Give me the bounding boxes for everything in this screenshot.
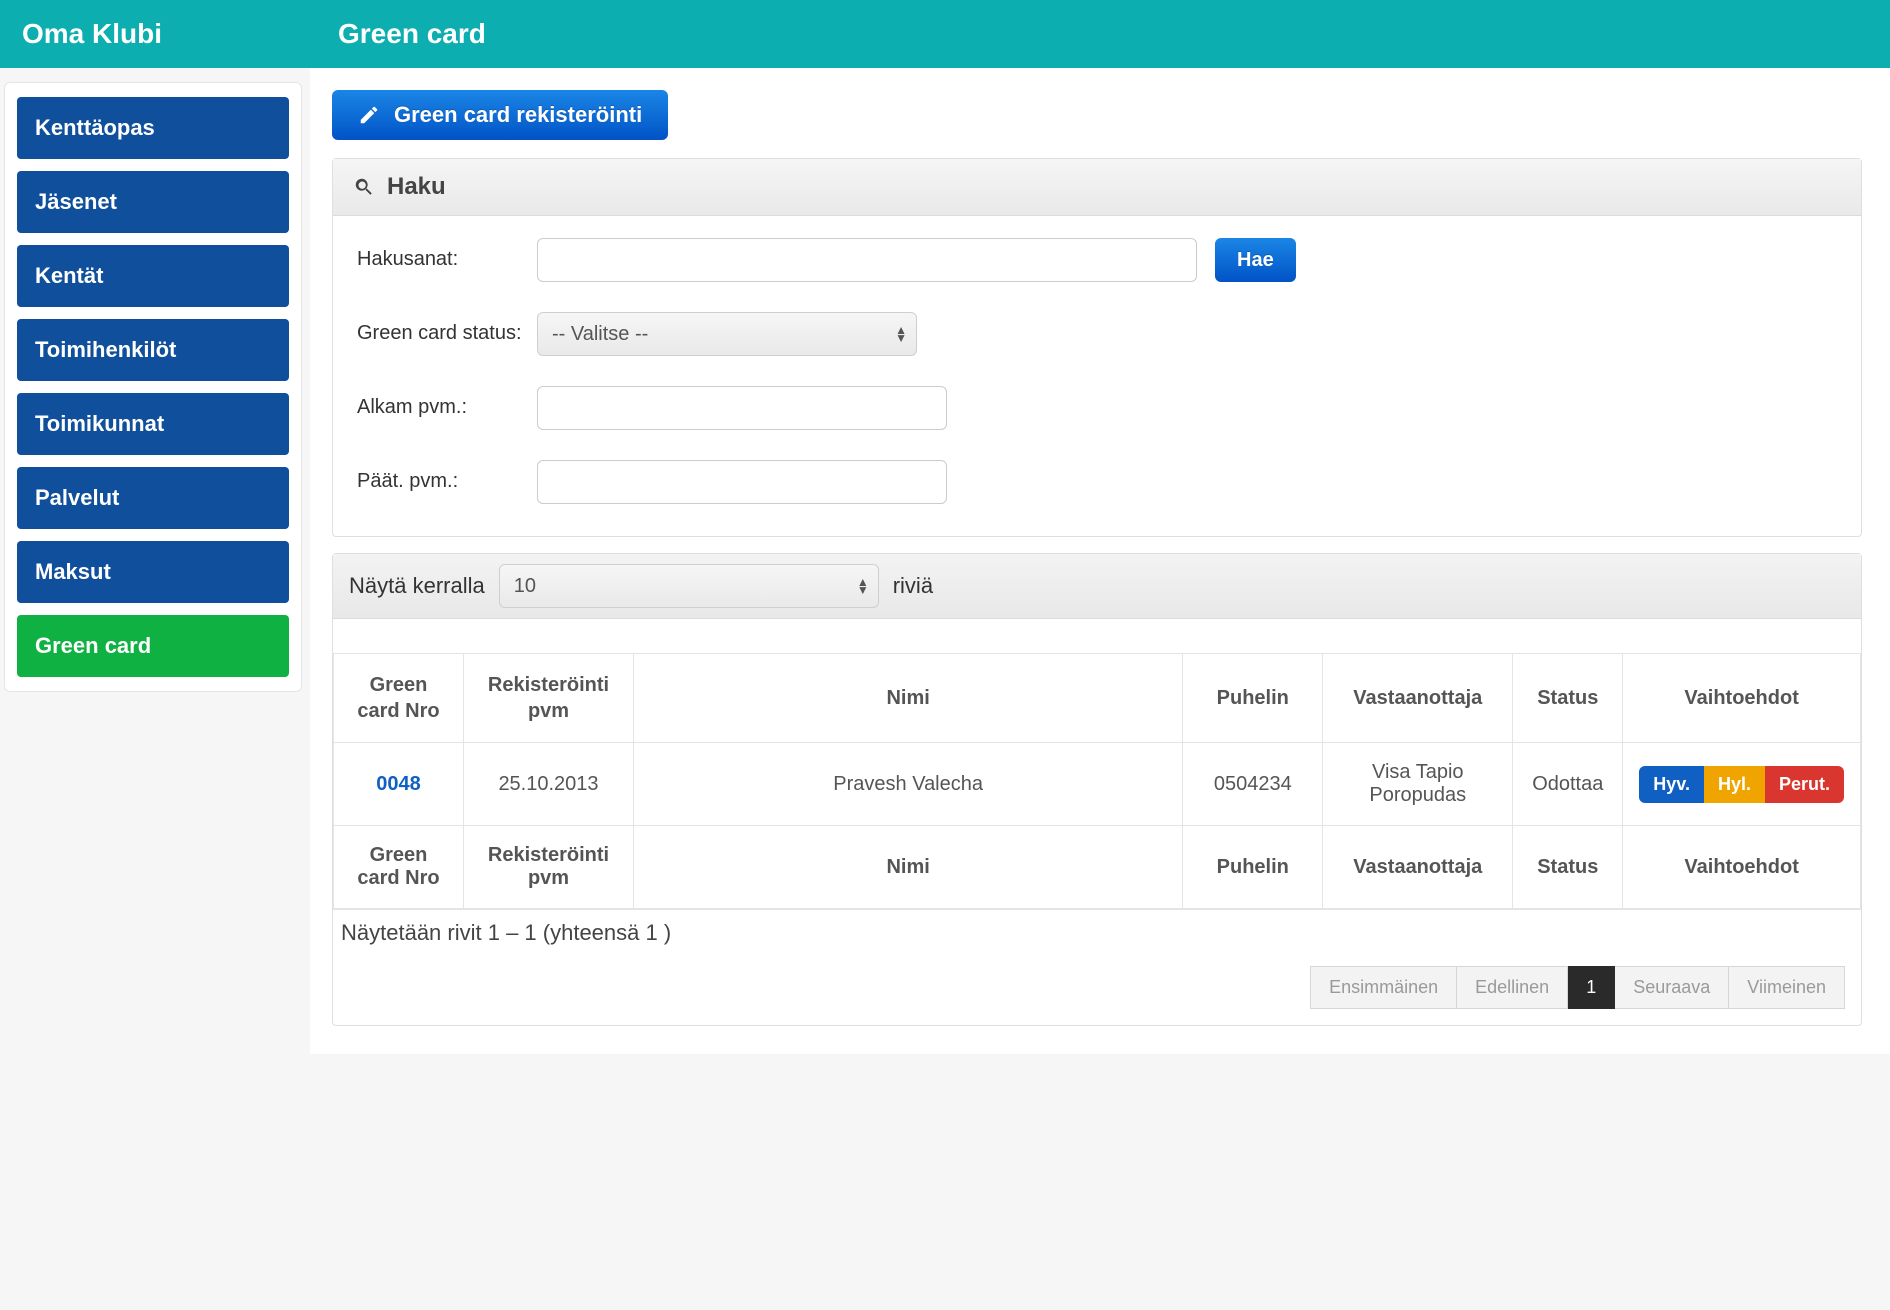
table-row: 0048 25.10.2013 Pravesh Valecha 0504234 …: [334, 743, 1861, 826]
pager-next[interactable]: Seuraava: [1615, 966, 1729, 1009]
search-button[interactable]: Hae: [1215, 238, 1296, 282]
page-size-prefix: Näytä kerralla: [349, 573, 485, 599]
sidebar-item-toimikunnat[interactable]: Toimikunnat: [17, 393, 289, 455]
search-icon: [353, 176, 375, 198]
pager-first[interactable]: Ensimmäinen: [1310, 966, 1457, 1009]
cell-nro-link[interactable]: 0048: [334, 743, 464, 826]
col-options[interactable]: Vaihtoehdot: [1623, 654, 1861, 743]
page-size-select[interactable]: 10: [499, 564, 879, 608]
foot-status: Status: [1513, 826, 1623, 909]
pencil-icon: [358, 104, 380, 126]
sidebar-title: Oma Klubi: [0, 0, 310, 68]
sidebar-item-greencard[interactable]: Green card: [17, 615, 289, 677]
results-panel: Näytä kerralla 10 ▲▼ riviä Green card Nr…: [332, 553, 1862, 1026]
foot-name: Nimi: [634, 826, 1183, 909]
sidebar-nav: Kenttäopas Jäsenet Kentät Toimihenkilöt …: [4, 82, 302, 692]
cell-phone: 0504234: [1183, 743, 1323, 826]
approve-button[interactable]: Hyv.: [1639, 766, 1704, 803]
search-panel-title: Haku: [387, 173, 446, 201]
sidebar-item-toimihenkilot[interactable]: Toimihenkilöt: [17, 319, 289, 381]
sidebar-item-kenttaopas[interactable]: Kenttäopas: [17, 97, 289, 159]
sidebar-item-jasenet[interactable]: Jäsenet: [17, 171, 289, 233]
foot-reg: Rekisteröinti pvm: [464, 826, 634, 909]
start-date-label: Alkam pvm.:: [357, 386, 537, 420]
keywords-input[interactable]: [537, 238, 1197, 282]
cell-name: Pravesh Valecha: [634, 743, 1183, 826]
pager-current[interactable]: 1: [1568, 966, 1615, 1009]
register-button[interactable]: Green card rekisteröinti: [332, 90, 668, 140]
col-nro[interactable]: Green card Nro: [334, 654, 464, 743]
pager-prev[interactable]: Edellinen: [1457, 966, 1568, 1009]
foot-options: Vaihtoehdot: [1623, 826, 1861, 909]
keywords-label: Hakusanat:: [357, 238, 537, 272]
register-button-label: Green card rekisteröinti: [394, 102, 642, 128]
pager-last[interactable]: Viimeinen: [1729, 966, 1845, 1009]
sidebar-item-maksut[interactable]: Maksut: [17, 541, 289, 603]
foot-nro: Green card Nro: [334, 826, 464, 909]
reject-button[interactable]: Hyl.: [1704, 766, 1765, 803]
sidebar-item-kentat[interactable]: Kentät: [17, 245, 289, 307]
cell-receiver: Visa Tapio Poropudas: [1323, 743, 1513, 826]
results-table: Green card Nro Rekisteröinti pvm Nimi Pu…: [333, 653, 1861, 909]
page-title: Green card: [310, 0, 1890, 68]
cancel-button[interactable]: Perut.: [1765, 766, 1844, 803]
results-info: Näytetään rivit 1 – 1 (yhteensä 1 ): [333, 909, 1861, 956]
status-label: Green card status:: [357, 312, 537, 346]
col-status[interactable]: Status: [1513, 654, 1623, 743]
col-receiver[interactable]: Vastaanottaja: [1323, 654, 1513, 743]
col-name[interactable]: Nimi: [634, 654, 1183, 743]
end-date-label: Päät. pvm.:: [357, 460, 537, 494]
cell-status: Odottaa: [1513, 743, 1623, 826]
cell-options: Hyv. Hyl. Perut.: [1623, 743, 1861, 826]
foot-receiver: Vastaanottaja: [1323, 826, 1513, 909]
start-date-input[interactable]: [537, 386, 947, 430]
sidebar-item-palvelut[interactable]: Palvelut: [17, 467, 289, 529]
status-select[interactable]: -- Valitse --: [537, 312, 917, 356]
foot-phone: Puhelin: [1183, 826, 1323, 909]
col-reg[interactable]: Rekisteröinti pvm: [464, 654, 634, 743]
page-size-suffix: riviä: [893, 573, 933, 599]
col-phone[interactable]: Puhelin: [1183, 654, 1323, 743]
pagination: Ensimmäinen Edellinen 1 Seuraava Viimein…: [333, 956, 1861, 1025]
cell-reg: 25.10.2013: [464, 743, 634, 826]
end-date-input[interactable]: [537, 460, 947, 504]
search-panel: Haku Hakusanat: Hae Green card status: -…: [332, 158, 1862, 537]
